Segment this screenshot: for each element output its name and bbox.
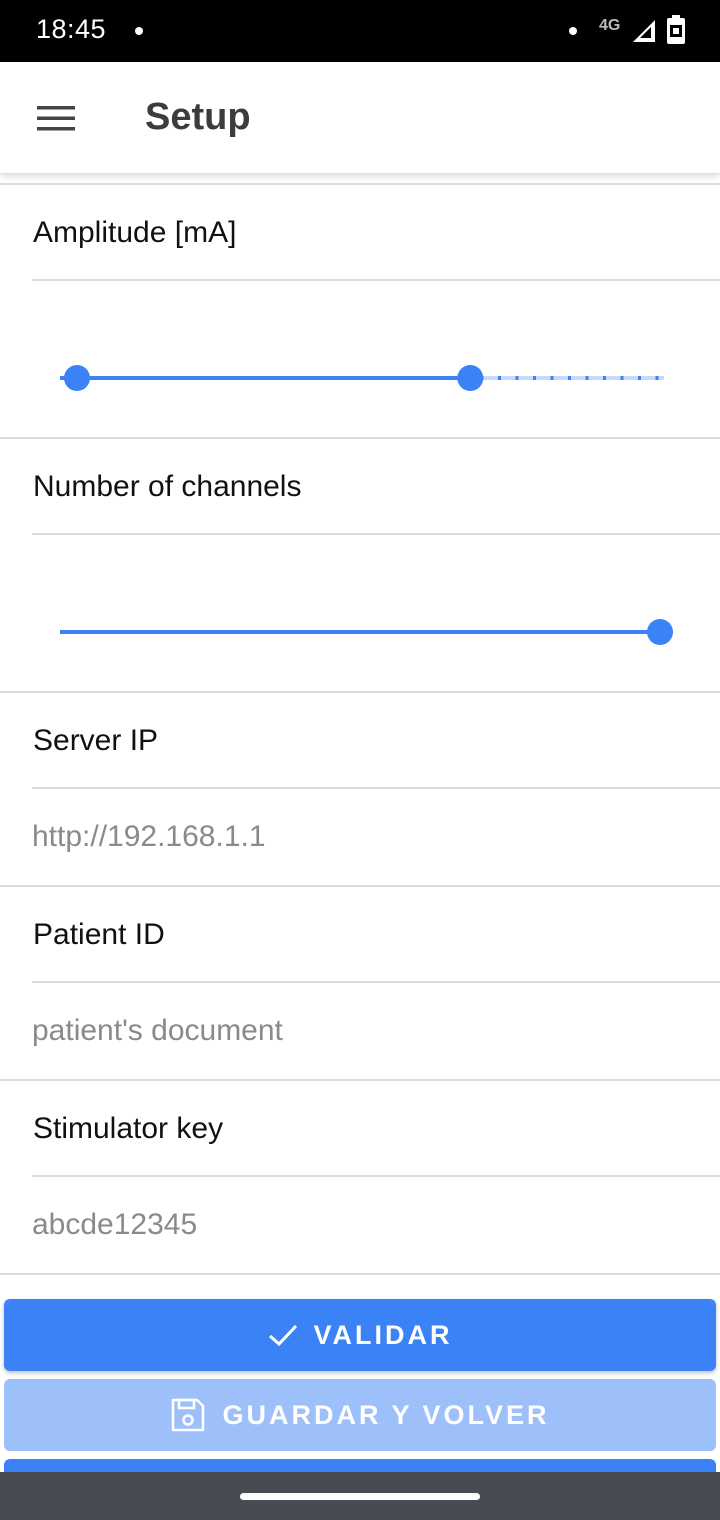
- divider: [0, 1273, 720, 1275]
- channels-slider[interactable]: [0, 602, 720, 662]
- slider-tick: [655, 376, 659, 380]
- divider: [0, 691, 720, 693]
- channels-label: Number of channels: [33, 470, 302, 503]
- divider: [32, 981, 720, 983]
- patient-id-input[interactable]: [32, 1001, 692, 1061]
- stimulator-key-input[interactable]: [32, 1195, 692, 1255]
- status-dot-icon: [569, 27, 577, 35]
- validate-button[interactable]: VALIDAR: [4, 1299, 716, 1371]
- slider-tick: [585, 376, 589, 380]
- server-ip-input[interactable]: [32, 807, 692, 867]
- slider-tick: [638, 376, 641, 380]
- hamburger-menu-icon: [37, 106, 75, 131]
- slider-tick: [498, 376, 501, 380]
- server-ip-label: Server IP: [33, 724, 159, 757]
- menu-button[interactable]: [20, 82, 92, 154]
- app-bar: Setup: [0, 62, 720, 174]
- home-gesture-handle[interactable]: [240, 1493, 480, 1500]
- amplitude-max-thumb[interactable]: [457, 365, 484, 391]
- divider: [32, 279, 720, 281]
- validate-button-label: VALIDAR: [313, 1319, 453, 1350]
- patient-id-label: Patient ID: [33, 918, 165, 951]
- channels-thumb[interactable]: [647, 619, 673, 645]
- divider: [32, 787, 720, 789]
- divider: [32, 533, 720, 535]
- save-and-return-button[interactable]: GUARDAR Y VOLVER: [4, 1379, 716, 1451]
- save-button-label: GUARDAR Y VOLVER: [222, 1399, 550, 1430]
- amplitude-range-slider[interactable]: [0, 348, 720, 408]
- slider-tick: [568, 376, 571, 380]
- divider: [0, 885, 720, 887]
- slider-tick: [603, 376, 606, 380]
- network-type: 4G: [599, 17, 621, 34]
- divider: [0, 437, 720, 439]
- battery-icon: [667, 15, 685, 44]
- page-title: Setup: [145, 96, 251, 138]
- system-nav-bar: [0, 1472, 720, 1520]
- slider-tick: [515, 376, 519, 380]
- slider-tick: [533, 376, 536, 380]
- status-bar: 18:45 4G: [0, 0, 720, 62]
- save-icon: [172, 1398, 205, 1432]
- stimulator-key-label: Stimulator key: [33, 1112, 224, 1145]
- signal-icon: [633, 20, 655, 42]
- notification-dot-icon: [135, 27, 143, 35]
- divider: [32, 1175, 720, 1177]
- status-time: 18:45: [36, 14, 107, 44]
- amplitude-min-thumb[interactable]: [64, 365, 90, 391]
- setup-form: Amplitude [mA] Number of channels Server…: [0, 174, 720, 1296]
- divider: [0, 1079, 720, 1081]
- check-icon: [268, 1324, 297, 1347]
- slider-tick: [550, 376, 554, 380]
- amplitude-label: Amplitude [mA]: [33, 216, 237, 249]
- divider: [0, 183, 720, 185]
- slider-tick: [620, 376, 624, 380]
